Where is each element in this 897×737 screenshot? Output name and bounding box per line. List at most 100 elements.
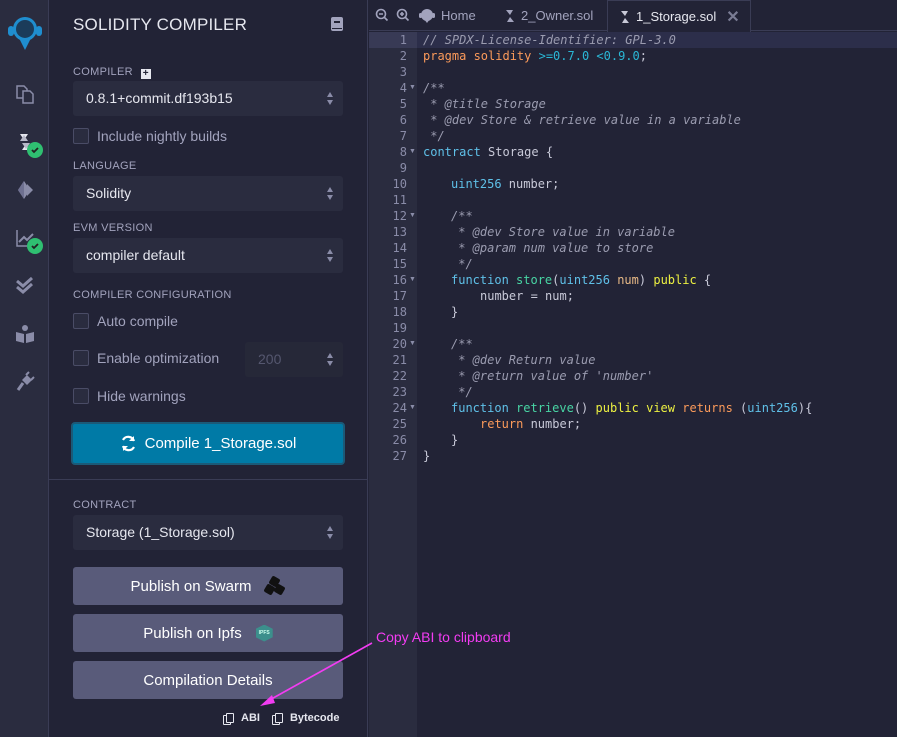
line-number: 9 [399,161,407,175]
select-arrows-icon [327,249,334,262]
checkbox-box[interactable] [73,313,89,329]
documentation-icon[interactable] [331,17,343,31]
public-keyword: public [595,401,639,415]
plugin-manager-button[interactable] [0,364,49,400]
annotation-arrow-icon [260,642,373,706]
code-line-23: */ [451,385,473,399]
copy-icon [271,712,283,725]
solidity-compiler-button[interactable] [0,124,49,160]
compiler-label: COMPILER + [73,66,151,79]
view-keyword: view [646,401,676,415]
hide-warnings-checkbox[interactable]: Hide warnings [73,388,186,404]
code-line-7: */ [423,129,445,143]
line-number: 24 [392,401,407,415]
compile-button[interactable]: Compile 1_Storage.sol [71,422,345,465]
code-line-13: * @dev Store value in variable [451,225,675,239]
language-label: LANGUAGE [73,160,137,172]
compile-button-label: Compile 1_Storage.sol [144,435,297,452]
files-icon [15,85,34,104]
deploy-run-button[interactable] [0,172,49,208]
fold-arrow-icon[interactable]: ▼ [409,208,416,224]
code-line-6: * @dev Store & retrieve value in a varia… [423,113,741,127]
code-line-20: /** [451,337,473,351]
file-explorer-button[interactable] [0,76,49,112]
contract-value: Storage (1_Storage.sol) [86,524,235,540]
type-keyword: uint256 [559,273,610,287]
return-value: number; [523,417,582,431]
line-number: 21 [392,353,407,367]
add-compiler-icon[interactable]: + [140,69,151,79]
ipfs-icon: IPFS [255,624,273,642]
remix-logo[interactable] [0,10,49,54]
paren: ) [638,273,654,287]
checkbox-box[interactable] [73,350,89,366]
line-number: 12 [392,209,407,223]
enable-optimization-checkbox[interactable]: Enable optimization [73,350,219,366]
code-line-22: * @return value of 'number' [451,369,654,383]
line-number: 13 [392,225,407,239]
type-keyword: uint256 [451,177,502,191]
remix-logo-icon [7,17,42,50]
compiler-version-select[interactable]: 0.8.1+commit.df193b15 [73,81,343,116]
close-tab-icon[interactable]: ✕ [726,7,739,27]
param-name: num [617,273,639,287]
hide-warnings-label: Hide warnings [97,388,186,404]
auto-compile-checkbox[interactable]: Auto compile [73,313,178,329]
copy-abi-button[interactable]: ABI [223,712,260,725]
tab-home[interactable]: Home [418,0,476,31]
compiler-config-label: COMPILER CONFIGURATION [73,289,232,301]
enable-optimization-label: Enable optimization [97,350,220,366]
code-line-16: function store(uint256 num) public { [451,272,711,288]
include-nightly-checkbox[interactable]: Include nightly builds [73,128,227,144]
semicolon: ; [639,49,647,63]
code-line-12: /** [451,209,473,223]
line-number: 23 [392,385,407,399]
learneth-button[interactable] [0,316,49,352]
fold-arrow-icon[interactable]: ▼ [409,272,416,288]
code-line-5: * @title Storage [423,97,546,111]
code-line-8: contract Storage { [423,144,553,160]
fold-arrow-icon[interactable]: ▼ [409,400,416,416]
tab-1-storage[interactable]: 1_Storage.sol ✕ [607,0,751,32]
checkbox-box[interactable] [73,388,89,404]
line-number: 15 [392,257,407,271]
analysis-button[interactable] [0,220,49,256]
optimization-runs-input[interactable]: 200 [245,342,343,377]
code-line-24: function retrieve() public view returns … [451,400,812,416]
evm-version-select[interactable]: compiler default [73,238,343,273]
tab-2-owner[interactable]: 2_Owner.sol [505,0,593,31]
language-select[interactable]: Solidity [73,176,343,211]
remix-ide: SOLIDITY COMPILER COMPILER + 0.8.1+commit… [0,0,897,737]
checkbox-box[interactable] [73,128,89,144]
language-value: Solidity [86,185,132,201]
tab-1-storage-label: 1_Storage.sol [636,9,717,24]
zoom-out-icon[interactable] [375,8,389,22]
function-name: store [516,273,553,287]
contract-select[interactable]: Storage (1_Storage.sol) [73,515,343,550]
panel-title: SOLIDITY COMPILER [73,15,248,34]
copy-bytecode-button[interactable]: Bytecode [271,712,339,725]
icon-rail [0,0,49,737]
stepper-arrows-icon[interactable] [327,353,334,366]
line-number: 16 [392,273,407,287]
code-line-25: return number; [480,416,581,432]
line-number: 17 [392,289,407,303]
fold-arrow-icon[interactable]: ▼ [409,80,416,96]
fold-arrow-icon[interactable]: ▼ [409,336,416,352]
editor-tabs: Home 2_Owner.sol 1_Storage.sol ✕ [369,0,897,32]
line-number: 25 [392,417,407,431]
home-remix-icon [419,8,435,23]
evm-version-label: EVM VERSION [73,222,153,234]
line-number: 4 [399,81,407,95]
line-number: 2 [399,49,407,63]
check-icon [31,147,39,154]
fold-arrow-icon[interactable]: ▼ [409,144,416,160]
line-number: 19 [392,321,407,335]
type-keyword: uint256 [747,401,798,415]
solidity-file-icon [621,10,629,23]
zoom-in-icon[interactable] [396,8,410,22]
testing-button[interactable] [0,268,49,304]
tab-home-label: Home [441,8,476,23]
code-line-15: */ [451,257,473,271]
publish-swarm-button[interactable]: Publish on Swarm [73,567,343,605]
